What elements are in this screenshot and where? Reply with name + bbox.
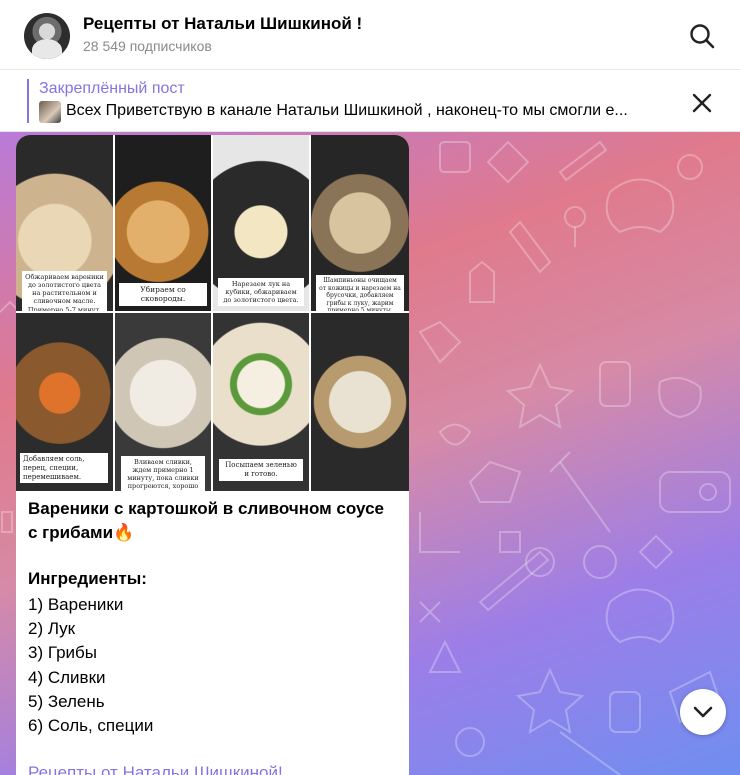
photo-step-6[interactable]: Вливаем сливки, ждем примерно 1 минуту, … [115, 313, 211, 491]
ingredient-item: 3) Грибы [28, 643, 97, 663]
step-6-caption: Вливаем сливки, ждем примерно 1 минуту, … [121, 456, 205, 491]
search-button[interactable] [686, 20, 718, 52]
pinned-text: Всех Приветствую в канале Натальи Шишкин… [66, 102, 628, 119]
channel-link[interactable]: Рецепты от Натальи Шишкиной! [28, 763, 283, 775]
close-icon [692, 93, 712, 113]
photo-step-7[interactable]: Посыпаем зеленью и готово. [213, 313, 309, 491]
pinned-title: Закреплённый пост [39, 80, 185, 97]
photo-step-5[interactable]: Добавляем соль, перец, специи, перемешив… [16, 313, 113, 491]
step-3-caption: Нарезаем лук на кубики, обжариваем до зо… [218, 278, 304, 307]
photo-step-3[interactable]: Нарезаем лук на кубики, обжариваем до зо… [213, 135, 309, 311]
chevron-down-icon [693, 706, 713, 718]
ingredient-item: 5) Зелень [28, 691, 105, 711]
ingredients-list: 1) Вареники 2) Лук 3) Грибы 4) Сливки 5)… [28, 593, 153, 738]
photo-collage[interactable]: Обжариваем вареники до золотистого цвета… [16, 135, 409, 491]
chat-header: Рецепты от Натальи Шишкиной ! 28 549 под… [0, 0, 740, 70]
ingredient-item: 1) Вареники [28, 595, 124, 614]
step-4-caption: Шампиньоны очищаем от кожицы и нарезаем … [316, 275, 404, 311]
pinned-thumbnail [39, 101, 61, 123]
photo-step-8[interactable] [311, 313, 409, 491]
post-title: Вареники с картошкой в сливочном соусе с… [28, 499, 384, 542]
unpin-button[interactable] [688, 89, 716, 117]
channel-title[interactable]: Рецепты от Натальи Шишкиной ! [83, 14, 362, 34]
channel-avatar[interactable] [24, 13, 70, 59]
ingredient-item: 4) Сливки [28, 667, 106, 687]
step-5-caption: Добавляем соль, перец, специи, перемешив… [20, 453, 108, 484]
message-bubble[interactable]: Обжариваем вареники до золотистого цвета… [16, 135, 409, 775]
step-7-caption: Посыпаем зеленью и готово. [219, 459, 303, 481]
subscriber-count: 28 549 подписчиков [83, 38, 212, 54]
pinned-indicator [27, 79, 29, 123]
ingredient-item: 2) Лук [28, 619, 76, 639]
scroll-to-bottom-button[interactable] [680, 689, 726, 735]
ingredient-item: 6) Соль, специи [28, 715, 154, 735]
photo-step-4[interactable]: Шампиньоны очищаем от кожицы и нарезаем … [311, 135, 409, 311]
step-2-caption: Убираем со сковороды. [119, 283, 207, 306]
step-1-caption: Обжариваем вареники до золотистого цвета… [22, 271, 107, 311]
photo-step-2[interactable]: Убираем со сковороды. [115, 135, 211, 311]
ingredients-heading: Ингредиенты: [28, 569, 147, 588]
search-icon [690, 24, 715, 49]
photo-step-1[interactable]: Обжариваем вареники до золотистого цвета… [16, 135, 113, 311]
pinned-message-bar[interactable]: Закреплённый пост Всех Приветствую в кан… [0, 70, 740, 132]
